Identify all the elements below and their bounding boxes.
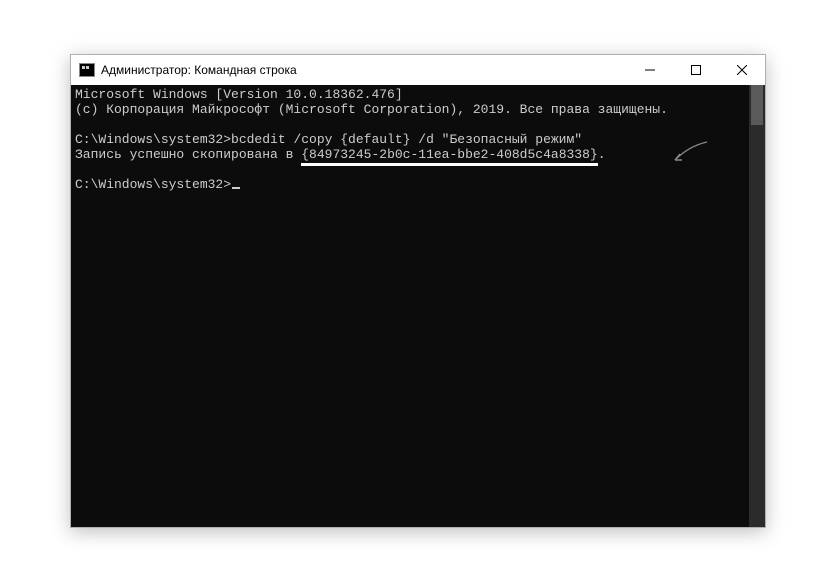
command-text: bcdedit /copy {default} /d "Безопасный р… bbox=[231, 132, 582, 147]
maximize-button[interactable] bbox=[673, 55, 719, 85]
console-line: Запись успешно скопирована в {84973245-2… bbox=[75, 147, 761, 162]
prompt: C:\Windows\system32> bbox=[75, 132, 231, 147]
window-controls bbox=[627, 55, 765, 85]
scrollbar[interactable] bbox=[749, 85, 765, 527]
console-line: C:\Windows\system32> bbox=[75, 177, 761, 192]
minimize-button[interactable] bbox=[627, 55, 673, 85]
cmd-icon bbox=[79, 63, 95, 77]
console-blank bbox=[75, 117, 761, 132]
window-title: Администратор: Командная строка bbox=[101, 63, 627, 77]
console-line: C:\Windows\system32>bcdedit /copy {defau… bbox=[75, 132, 761, 147]
text-cursor bbox=[232, 187, 240, 189]
console-line: (c) Корпорация Майкрософт (Microsoft Cor… bbox=[75, 102, 761, 117]
prompt: C:\Windows\system32> bbox=[75, 177, 231, 192]
cmd-window: Администратор: Командная строка Microsof… bbox=[70, 54, 766, 528]
console-area[interactable]: Microsoft Windows [Version 10.0.18362.47… bbox=[71, 85, 765, 527]
scrollbar-thumb[interactable] bbox=[751, 85, 763, 125]
titlebar[interactable]: Администратор: Командная строка bbox=[71, 55, 765, 85]
result-guid: {84973245-2b0c-11ea-bbe2-408d5c4a8338} bbox=[301, 147, 597, 162]
result-prefix: Запись успешно скопирована в bbox=[75, 147, 301, 162]
result-suffix: . bbox=[598, 147, 606, 162]
console-line: Microsoft Windows [Version 10.0.18362.47… bbox=[75, 87, 761, 102]
close-button[interactable] bbox=[719, 55, 765, 85]
